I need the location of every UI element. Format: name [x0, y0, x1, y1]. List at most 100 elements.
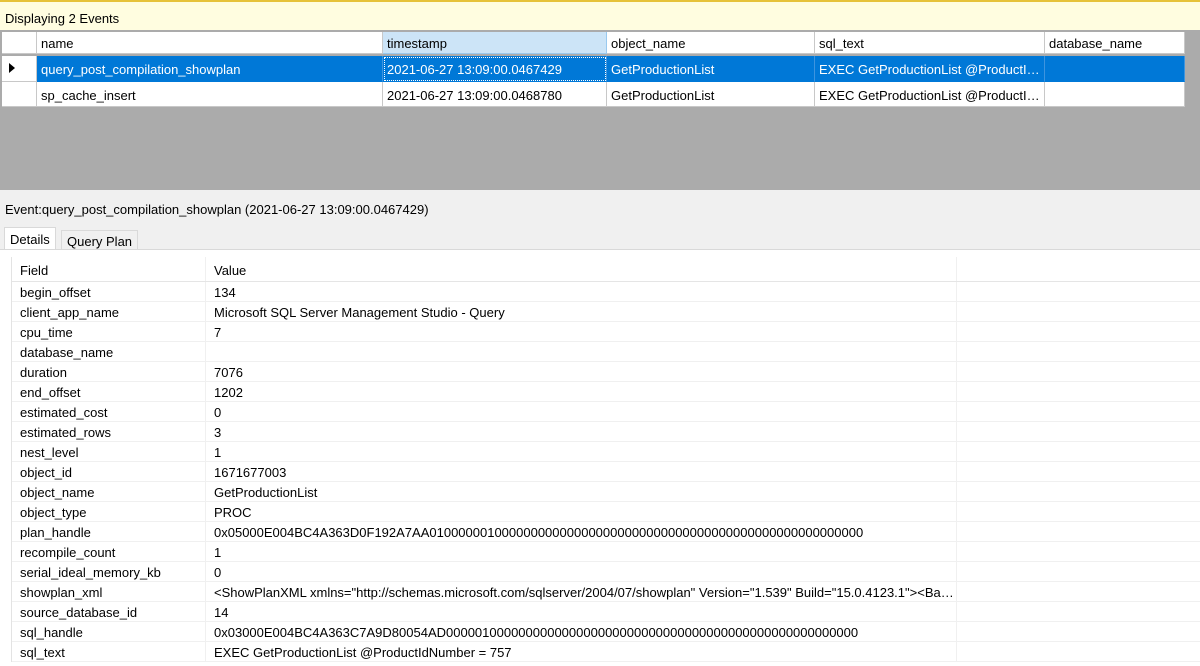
table-row[interactable]: query_post_compilation_showplan 2021-06-… [2, 56, 1185, 82]
row-filler [957, 562, 1200, 581]
field-value: 134 [206, 282, 957, 301]
details-panel: Field Value begin_offset 134 client_app_na… [0, 249, 1200, 666]
field-value: 1202 [206, 382, 957, 401]
row-filler [957, 542, 1200, 561]
field-name: estimated_cost [12, 402, 206, 421]
current-row-arrow-icon [9, 63, 15, 73]
field-name: showplan_xml [12, 582, 206, 601]
field-name: begin_offset [12, 282, 206, 301]
column-header-filler [957, 257, 1200, 281]
cell-timestamp[interactable]: 2021-06-27 13:09:00.0468780 [383, 82, 607, 107]
table-row[interactable]: cpu_time 7 [12, 322, 1200, 342]
events-grid-area: name timestamp object_name sql_text data… [0, 30, 1200, 190]
field-name: end_offset [12, 382, 206, 401]
field-value: EXEC GetProductionList @ProductIdNumber … [206, 642, 957, 661]
column-header-database-name[interactable]: database_name [1045, 32, 1185, 54]
table-row[interactable]: sql_text EXEC GetProductionList @ProductI… [12, 642, 1200, 662]
tab-query-plan[interactable]: Query Plan [61, 230, 139, 249]
table-row[interactable]: showplan_xml <ShowPlanXML xmlns="http://s… [12, 582, 1200, 602]
field-name: object_id [12, 462, 206, 481]
row-filler [957, 282, 1200, 301]
column-header-name[interactable]: name [37, 32, 383, 54]
row-filler [957, 602, 1200, 621]
events-count-text: Displaying 2 Events [5, 11, 120, 26]
table-row[interactable]: sp_cache_insert 2021-06-27 13:09:00.0468… [2, 82, 1185, 107]
table-row[interactable]: object_id 1671677003 [12, 462, 1200, 482]
table-row[interactable]: estimated_cost 0 [12, 402, 1200, 422]
cell-name[interactable]: sp_cache_insert [37, 82, 383, 107]
details-table: Field Value begin_offset 134 client_app_na… [11, 257, 1200, 662]
field-name: source_database_id [12, 602, 206, 621]
field-name: cpu_time [12, 322, 206, 341]
row-filler [957, 362, 1200, 381]
column-header-value[interactable]: Value [206, 257, 957, 281]
cell-database-name[interactable] [1045, 56, 1185, 82]
table-row[interactable]: begin_offset 134 [12, 282, 1200, 302]
table-row[interactable]: serial_ideal_memory_kb 0 [12, 562, 1200, 582]
field-value: <ShowPlanXML xmlns="http://schemas.micro… [206, 582, 957, 601]
row-filler [957, 302, 1200, 321]
row-filler [957, 482, 1200, 501]
table-row[interactable]: end_offset 1202 [12, 382, 1200, 402]
cell-sql-text[interactable]: EXEC GetProductionList @ProductIdNumber … [815, 82, 1045, 107]
cell-database-name[interactable] [1045, 82, 1185, 107]
event-title: Event:query_post_compilation_showplan (2… [5, 202, 429, 217]
column-header-sql-text[interactable]: sql_text [815, 32, 1045, 54]
field-value: 14 [206, 602, 957, 621]
table-row[interactable]: nest_level 1 [12, 442, 1200, 462]
field-value: 1 [206, 442, 957, 461]
details-header: Field Value [12, 257, 1200, 282]
field-value: GetProductionList [206, 482, 957, 501]
table-row[interactable]: sql_handle 0x03000E004BC4A363C7A9D80054AD… [12, 622, 1200, 642]
field-name: nest_level [12, 442, 206, 461]
field-name: object_type [12, 502, 206, 521]
row-filler [957, 622, 1200, 641]
row-filler [957, 582, 1200, 601]
table-row[interactable]: database_name [12, 342, 1200, 362]
cell-name[interactable]: query_post_compilation_showplan [37, 56, 383, 82]
column-header-object-name[interactable]: object_name [607, 32, 815, 54]
row-filler [957, 642, 1200, 661]
field-name: sql_text [12, 642, 206, 661]
field-value: Microsoft SQL Server Management Studio -… [206, 302, 957, 321]
field-value: 0 [206, 562, 957, 581]
column-header-timestamp[interactable]: timestamp [383, 32, 607, 54]
row-filler [957, 342, 1200, 361]
row-selector[interactable] [2, 82, 37, 107]
row-filler [957, 522, 1200, 541]
table-row[interactable]: plan_handle 0x05000E004BC4A363D0F192A7AA0… [12, 522, 1200, 542]
field-value: 1671677003 [206, 462, 957, 481]
row-filler [957, 442, 1200, 461]
table-row[interactable]: source_database_id 14 [12, 602, 1200, 622]
cell-object-name[interactable]: GetProductionList [607, 56, 815, 82]
grid-header: name timestamp object_name sql_text data… [2, 32, 1185, 56]
cell-timestamp[interactable]: 2021-06-27 13:09:00.0467429 [383, 56, 607, 82]
status-bar: Displaying 2 Events [0, 0, 1200, 30]
field-name: object_name [12, 482, 206, 501]
events-grid: name timestamp object_name sql_text data… [2, 32, 1185, 107]
field-name: sql_handle [12, 622, 206, 641]
table-row[interactable]: client_app_name Microsoft SQL Server Mana… [12, 302, 1200, 322]
table-row[interactable]: object_name GetProductionList [12, 482, 1200, 502]
field-name: duration [12, 362, 206, 381]
cell-object-name[interactable]: GetProductionList [607, 82, 815, 107]
row-filler [957, 382, 1200, 401]
cell-sql-text[interactable]: EXEC GetProductionList @ProductIdNumber … [815, 56, 1045, 82]
grid-corner [2, 32, 37, 54]
field-name: serial_ideal_memory_kb [12, 562, 206, 581]
row-filler [957, 502, 1200, 521]
column-header-field[interactable]: Field [12, 257, 206, 281]
row-filler [957, 322, 1200, 341]
field-name: plan_handle [12, 522, 206, 541]
table-row[interactable]: duration 7076 [12, 362, 1200, 382]
field-value [206, 342, 957, 361]
field-value: 0x03000E004BC4A363C7A9D80054AD0000010000… [206, 622, 957, 641]
field-value: PROC [206, 502, 957, 521]
table-row[interactable]: object_type PROC [12, 502, 1200, 522]
tab-details[interactable]: Details [4, 227, 56, 250]
row-selector[interactable] [2, 56, 37, 82]
field-value: 7 [206, 322, 957, 341]
table-row[interactable]: recompile_count 1 [12, 542, 1200, 562]
field-name: database_name [12, 342, 206, 361]
table-row[interactable]: estimated_rows 3 [12, 422, 1200, 442]
